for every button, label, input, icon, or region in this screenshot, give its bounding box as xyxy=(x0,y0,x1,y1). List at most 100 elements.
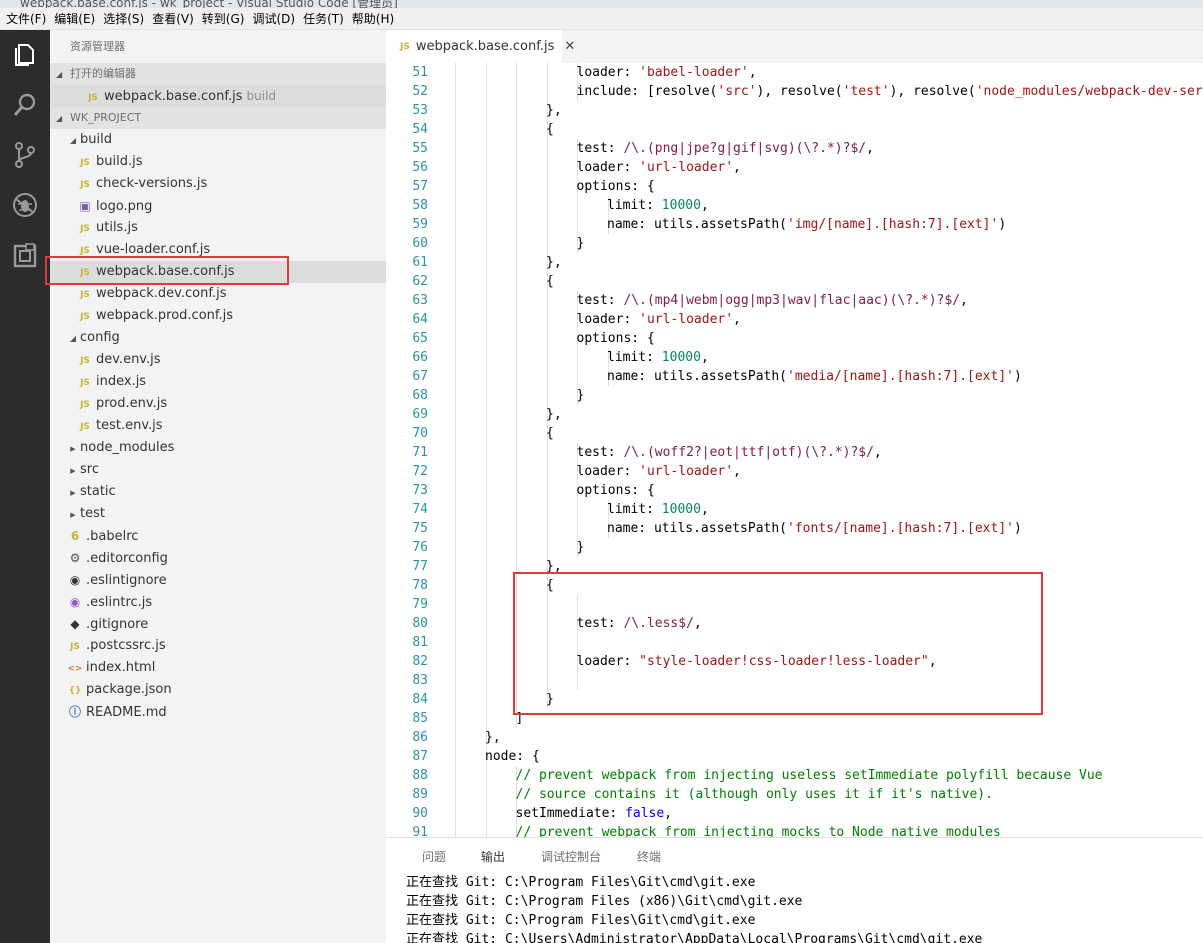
tree-item[interactable]: JS webpack.prod.conf.js xyxy=(50,305,386,327)
code-token: 'src' xyxy=(717,84,757,99)
menu-item[interactable]: 帮助(H) xyxy=(350,10,400,27)
tree-item[interactable]: ◆ .gitignore xyxy=(50,613,386,635)
code-token: ) xyxy=(998,217,1007,232)
tree-item-label: vue-loader.conf.js xyxy=(96,242,211,257)
indent-guide xyxy=(516,158,517,177)
panel-tab[interactable]: 调试控制台 xyxy=(541,848,601,865)
indent-guide xyxy=(485,785,487,804)
editor-tab-label: webpack.base.conf.js xyxy=(415,39,555,54)
code-token: loader: xyxy=(576,160,640,175)
indent-guide xyxy=(516,139,517,158)
indent-guide xyxy=(485,329,487,348)
tree-item-label: prod.env.js xyxy=(96,396,168,411)
tree-item[interactable]: ▶ src xyxy=(50,459,386,481)
indent-guide xyxy=(485,348,487,367)
files-icon[interactable] xyxy=(0,30,50,80)
code-line: 88 // prevent webpack from injecting usel… xyxy=(386,766,1203,785)
tree-item[interactable]: JS webpack.dev.conf.js xyxy=(50,283,386,305)
tree-item[interactable]: ▣ logo.png xyxy=(50,195,386,217)
code-token: test: xyxy=(576,293,624,308)
menu-item[interactable]: 文件(F) xyxy=(4,10,52,27)
tree-item[interactable]: {} package.json xyxy=(50,679,386,701)
tree-item[interactable]: JS build.js xyxy=(50,151,386,173)
line-number: 70 xyxy=(412,426,428,441)
code-token: options: { xyxy=(576,483,655,498)
tree-item[interactable]: ◢ config xyxy=(50,327,386,349)
code-text: include: [resolve('src'), resolve('test'… xyxy=(577,82,1203,101)
tree-item[interactable]: JS test.env.js xyxy=(50,415,386,437)
line-number: 88 xyxy=(412,768,428,783)
code-token: 'url-loader' xyxy=(639,464,734,479)
indent-guide xyxy=(546,139,548,158)
line-number: 71 xyxy=(412,445,428,460)
tree-item[interactable]: JS prod.env.js xyxy=(50,393,386,415)
tree-item-label: utils.js xyxy=(96,220,138,235)
menu-item[interactable]: 查看(V) xyxy=(150,10,200,27)
tree-item[interactable]: JS utils.js xyxy=(50,217,386,239)
indent-guide xyxy=(455,462,456,481)
indent-guide xyxy=(455,614,456,633)
tree-item[interactable]: <> index.html xyxy=(50,657,386,679)
open-editor-item[interactable]: JS webpack.base.conf.js build xyxy=(50,85,386,107)
output-line: 正在查找 Git: C:\Program Files\Git\cmd\git.e… xyxy=(406,875,756,890)
editor-tab[interactable]: JS webpack.base.conf.js ✕ xyxy=(386,30,575,63)
tree-item[interactable]: ◉ .eslintrc.js xyxy=(50,591,386,613)
tree-item[interactable]: 6 .babelrc xyxy=(50,525,386,547)
code-token: 10000 xyxy=(661,350,701,365)
menu-item[interactable]: 转到(G) xyxy=(200,10,251,27)
indent-guide xyxy=(516,462,517,481)
code-text: name: utils.assetsPath('fonts/[name].[ha… xyxy=(607,519,1022,538)
tree-item-label: dev.env.js xyxy=(96,352,161,367)
code-line: 62 { xyxy=(386,272,1203,291)
tree-item[interactable]: JS .postcssrc.js xyxy=(50,635,386,657)
indent-guide xyxy=(485,652,487,671)
code-line: 69}, xyxy=(386,405,1203,424)
close-icon[interactable]: ✕ xyxy=(564,39,575,54)
code-line: 86}, xyxy=(386,728,1203,747)
menu-item[interactable]: 调试(D) xyxy=(250,10,301,27)
panel-tab[interactable]: 问题 xyxy=(422,848,446,865)
menu-item[interactable]: 任务(T) xyxy=(301,10,350,27)
tree-item[interactable]: ◉ .eslintignore xyxy=(50,569,386,591)
tree-item-label: .eslintrc.js xyxy=(86,595,153,610)
source-control-icon[interactable] xyxy=(0,130,50,180)
project-header[interactable]: ◢ WK_PROJECT xyxy=(50,107,386,129)
tree-item[interactable]: ⓘ README.md xyxy=(50,701,386,723)
tree-item[interactable]: ◢ build xyxy=(50,129,386,151)
line-number: 58 xyxy=(412,198,428,213)
code-text: loader: 'url-loader', xyxy=(577,310,741,329)
menu-item[interactable]: 选择(S) xyxy=(101,10,150,27)
tree-item[interactable]: JS index.js xyxy=(50,371,386,393)
indent-guide xyxy=(546,519,548,538)
tree-item[interactable]: JS dev.env.js xyxy=(50,349,386,371)
tree-item[interactable]: ▶ node_modules xyxy=(50,437,386,459)
indent-guide xyxy=(516,348,517,367)
code-line: 53}, xyxy=(386,101,1203,120)
menu-item[interactable]: 编辑(E) xyxy=(52,10,101,27)
search-icon[interactable] xyxy=(0,80,50,130)
gear-icon: ⚙ xyxy=(69,551,81,565)
explorer-sidebar: 资源管理器 ◢ 打开的编辑器 JS webpack.base.conf.js buil… xyxy=(50,30,386,943)
indent-guide xyxy=(455,595,456,614)
extensions-icon[interactable] xyxy=(0,230,50,280)
indent-guide xyxy=(485,196,487,215)
tree-item[interactable]: ▶ test xyxy=(50,503,386,525)
code-editor[interactable]: 51 loader: 'babel-loader', 52 include: [res… xyxy=(386,63,1203,837)
tree-item[interactable]: ▶ static xyxy=(50,481,386,503)
indent-guide xyxy=(516,177,517,196)
line-number: 66 xyxy=(412,350,428,365)
indent-guide xyxy=(516,424,517,443)
open-editors-header[interactable]: ◢ 打开的编辑器 xyxy=(50,63,386,85)
open-editors-label: 打开的编辑器 xyxy=(70,67,136,80)
code-text: }, xyxy=(546,101,562,120)
code-token: options: { xyxy=(576,179,655,194)
tree-item[interactable]: JS check-versions.js xyxy=(50,173,386,195)
debug-icon[interactable] xyxy=(0,180,50,230)
tree-item[interactable]: ⚙ .editorconfig xyxy=(50,547,386,569)
panel-tab[interactable]: 终端 xyxy=(637,848,661,865)
indent-guide xyxy=(485,291,487,310)
indent-guide xyxy=(485,177,487,196)
panel-tab[interactable]: 输出 xyxy=(481,848,505,865)
indent-guide xyxy=(516,500,517,519)
line-number: 67 xyxy=(412,369,428,384)
